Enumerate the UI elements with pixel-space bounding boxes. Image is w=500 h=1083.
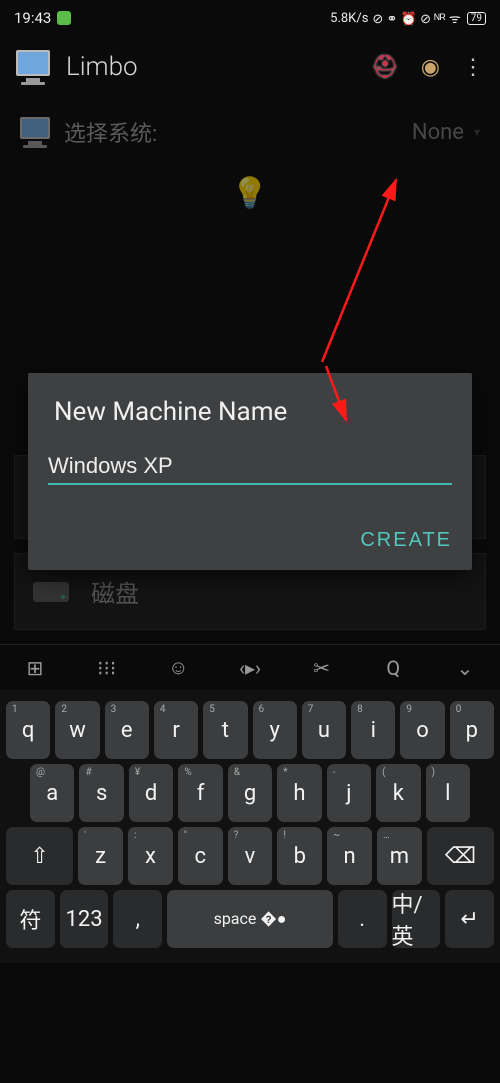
key-y[interactable]: 6y <box>253 701 297 759</box>
key-g[interactable]: &g <box>228 764 272 822</box>
key-f[interactable]: %f <box>178 764 222 822</box>
key-q[interactable]: 1q <box>6 701 50 759</box>
new-machine-dialog: New Machine Name CREATE <box>28 373 472 570</box>
key-n[interactable]: ~n <box>327 827 372 885</box>
kb-collapse-icon[interactable]: ⌄ <box>448 656 482 680</box>
kb-emoji-icon[interactable]: ☺ <box>161 655 195 680</box>
key-m[interactable]: …m <box>377 827 422 885</box>
key-↵[interactable]: ↵ <box>445 890 494 948</box>
key-t[interactable]: 5t <box>203 701 247 759</box>
key-c[interactable]: "c <box>178 827 223 885</box>
key-a[interactable]: @a <box>30 764 74 822</box>
status-indicators: ⊘ ⚭ ⏰ ⊘ ᴺᴿ ᯤ <box>372 9 460 27</box>
create-button[interactable]: CREATE <box>360 529 452 552</box>
key-r[interactable]: 4r <box>154 701 198 759</box>
dropdown-caret-icon: ▾ <box>474 125 480 139</box>
key-123[interactable]: 123 <box>60 890 109 948</box>
disc-icon[interactable]: ◉ <box>421 54 440 80</box>
status-battery: 79 <box>467 12 486 25</box>
key-z[interactable]: 'z <box>78 827 123 885</box>
key-u[interactable]: 7u <box>302 701 346 759</box>
key-d[interactable]: ¥d <box>129 764 173 822</box>
key-符[interactable]: 符 <box>6 890 55 948</box>
kb-grid-icon[interactable]: ⊞ <box>18 656 52 680</box>
soft-keyboard: 1q2w3e4r5t6y7u8i9o0p @a#s¥d%f&g*h-j(k)l … <box>0 690 500 963</box>
key-j[interactable]: -j <box>327 764 371 822</box>
key-h[interactable]: *h <box>277 764 321 822</box>
key-i[interactable]: 8i <box>351 701 395 759</box>
overflow-menu-icon[interactable]: ⋮ <box>462 55 484 80</box>
key-space �●[interactable]: space �● <box>167 890 333 948</box>
disk-label: 磁盘 <box>91 574 139 609</box>
kb-switch-icon[interactable]: ⁝⁝⁝ <box>90 656 124 680</box>
status-time: 19:43 <box>14 9 51 27</box>
key-k[interactable]: (k <box>376 764 420 822</box>
key-p[interactable]: 0p <box>450 701 494 759</box>
kb-clip-icon[interactable]: ✂ <box>305 656 339 680</box>
select-system-label: 选择系统: <box>64 116 157 148</box>
status-app-icon <box>57 11 71 25</box>
disk-icon <box>33 582 69 602</box>
key-w[interactable]: 2w <box>55 701 99 759</box>
app-title: Limbo <box>66 52 371 82</box>
keyboard-toolbar: ⊞ ⁝⁝⁝ ☺ ‹▸› ✂ Q ⌄ <box>0 644 500 690</box>
key-⌫[interactable]: ⌫ <box>427 827 494 885</box>
key-e[interactable]: 3e <box>105 701 149 759</box>
monitor-icon <box>20 117 50 148</box>
app-logo-icon <box>12 46 54 88</box>
status-bar: 19:43 5.8K/s ⊘ ⚭ ⏰ ⊘ ᴺᴿ ᯤ 79 <box>0 0 500 36</box>
key-.[interactable]: . <box>338 890 387 948</box>
select-system-value: None <box>412 120 464 145</box>
kb-code-icon[interactable]: ‹▸› <box>233 656 267 680</box>
key-⇧[interactable]: ⇧ <box>6 827 73 885</box>
machine-name-input[interactable] <box>48 449 452 485</box>
key-x[interactable]: :x <box>128 827 173 885</box>
status-net-speed: 5.8K/s <box>330 11 368 26</box>
key-,[interactable]: , <box>113 890 162 948</box>
kb-mic-icon[interactable]: Q <box>376 656 410 680</box>
hint-bulb-icon[interactable]: 💡 <box>14 166 486 229</box>
select-system-row[interactable]: 选择系统: None ▾ <box>14 98 486 166</box>
key-s[interactable]: #s <box>79 764 123 822</box>
key-l[interactable]: )l <box>426 764 470 822</box>
app-bar: Limbo ⛑ ◉ ⋮ <box>0 36 500 98</box>
key-b[interactable]: !b <box>277 827 322 885</box>
help-icon[interactable]: ⛑ <box>371 54 399 80</box>
key-中/英[interactable]: 中/英 <box>392 890 441 948</box>
dialog-title: New Machine Name <box>54 397 452 427</box>
key-v[interactable]: ?v <box>228 827 273 885</box>
key-o[interactable]: 9o <box>400 701 444 759</box>
